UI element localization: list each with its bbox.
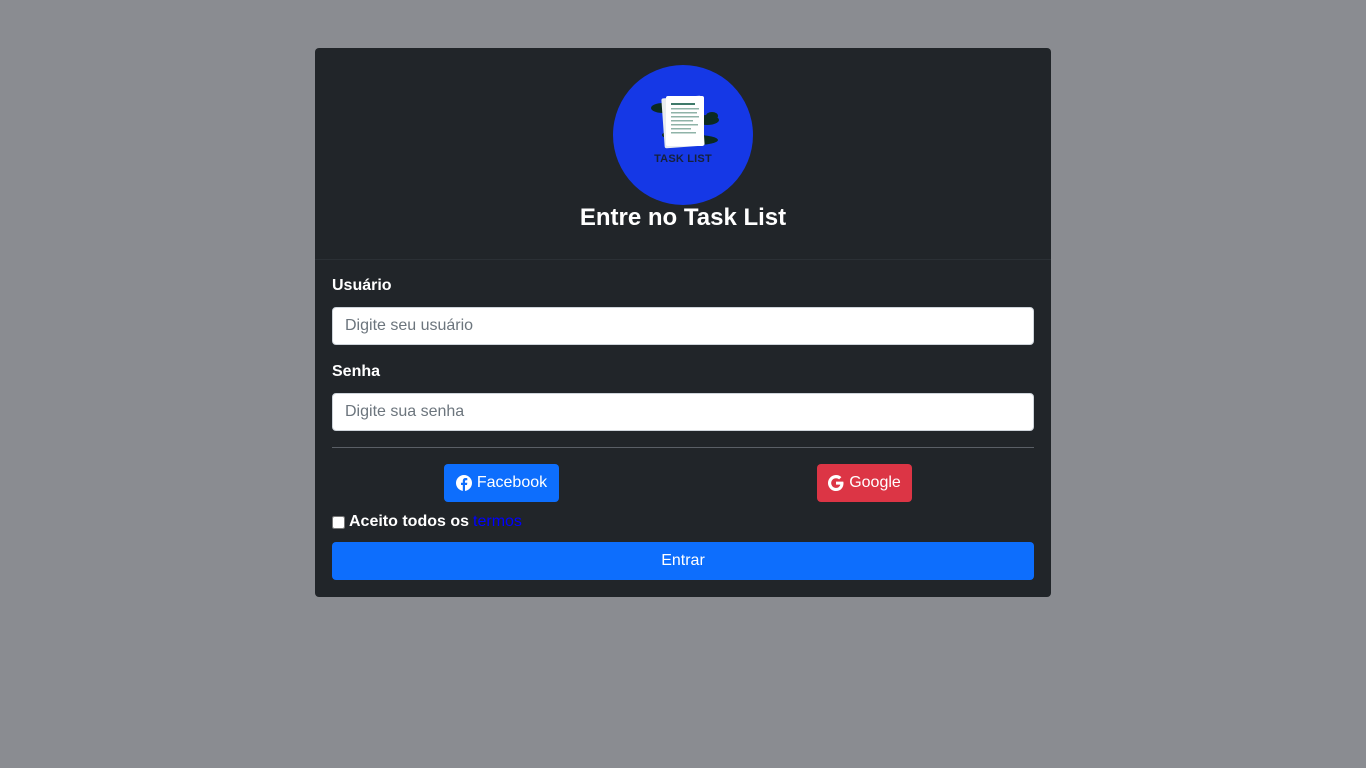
google-label: Google: [849, 474, 901, 491]
terms-checkbox[interactable]: [332, 515, 345, 529]
card-header: TASK LIST Entre no Task List: [315, 48, 1051, 260]
password-input[interactable]: [332, 393, 1034, 431]
submit-button[interactable]: Entrar: [332, 542, 1034, 580]
facebook-icon: [455, 475, 472, 491]
username-label: Usuário: [332, 277, 392, 294]
terms-row: Aceito todos os termos: [332, 513, 522, 531]
login-card: TASK LIST Entre no Task List Usuário Sen…: [315, 48, 1051, 597]
page-title: Entre no Task List: [579, 204, 787, 231]
terms-link[interactable]: termos: [473, 513, 522, 531]
username-input[interactable]: [332, 307, 1034, 345]
google-icon: [828, 475, 844, 491]
document-icon: [651, 95, 719, 149]
task-list-logo: TASK LIST: [613, 65, 753, 205]
divider: [332, 447, 1034, 448]
facebook-label: Facebook: [476, 474, 548, 491]
facebook-login-button[interactable]: Facebook: [444, 464, 559, 502]
logo-text: TASK LIST: [654, 153, 712, 165]
terms-text: Aceito todos os: [349, 513, 470, 530]
password-label: Senha: [332, 363, 381, 380]
google-login-button[interactable]: Google: [817, 464, 912, 502]
